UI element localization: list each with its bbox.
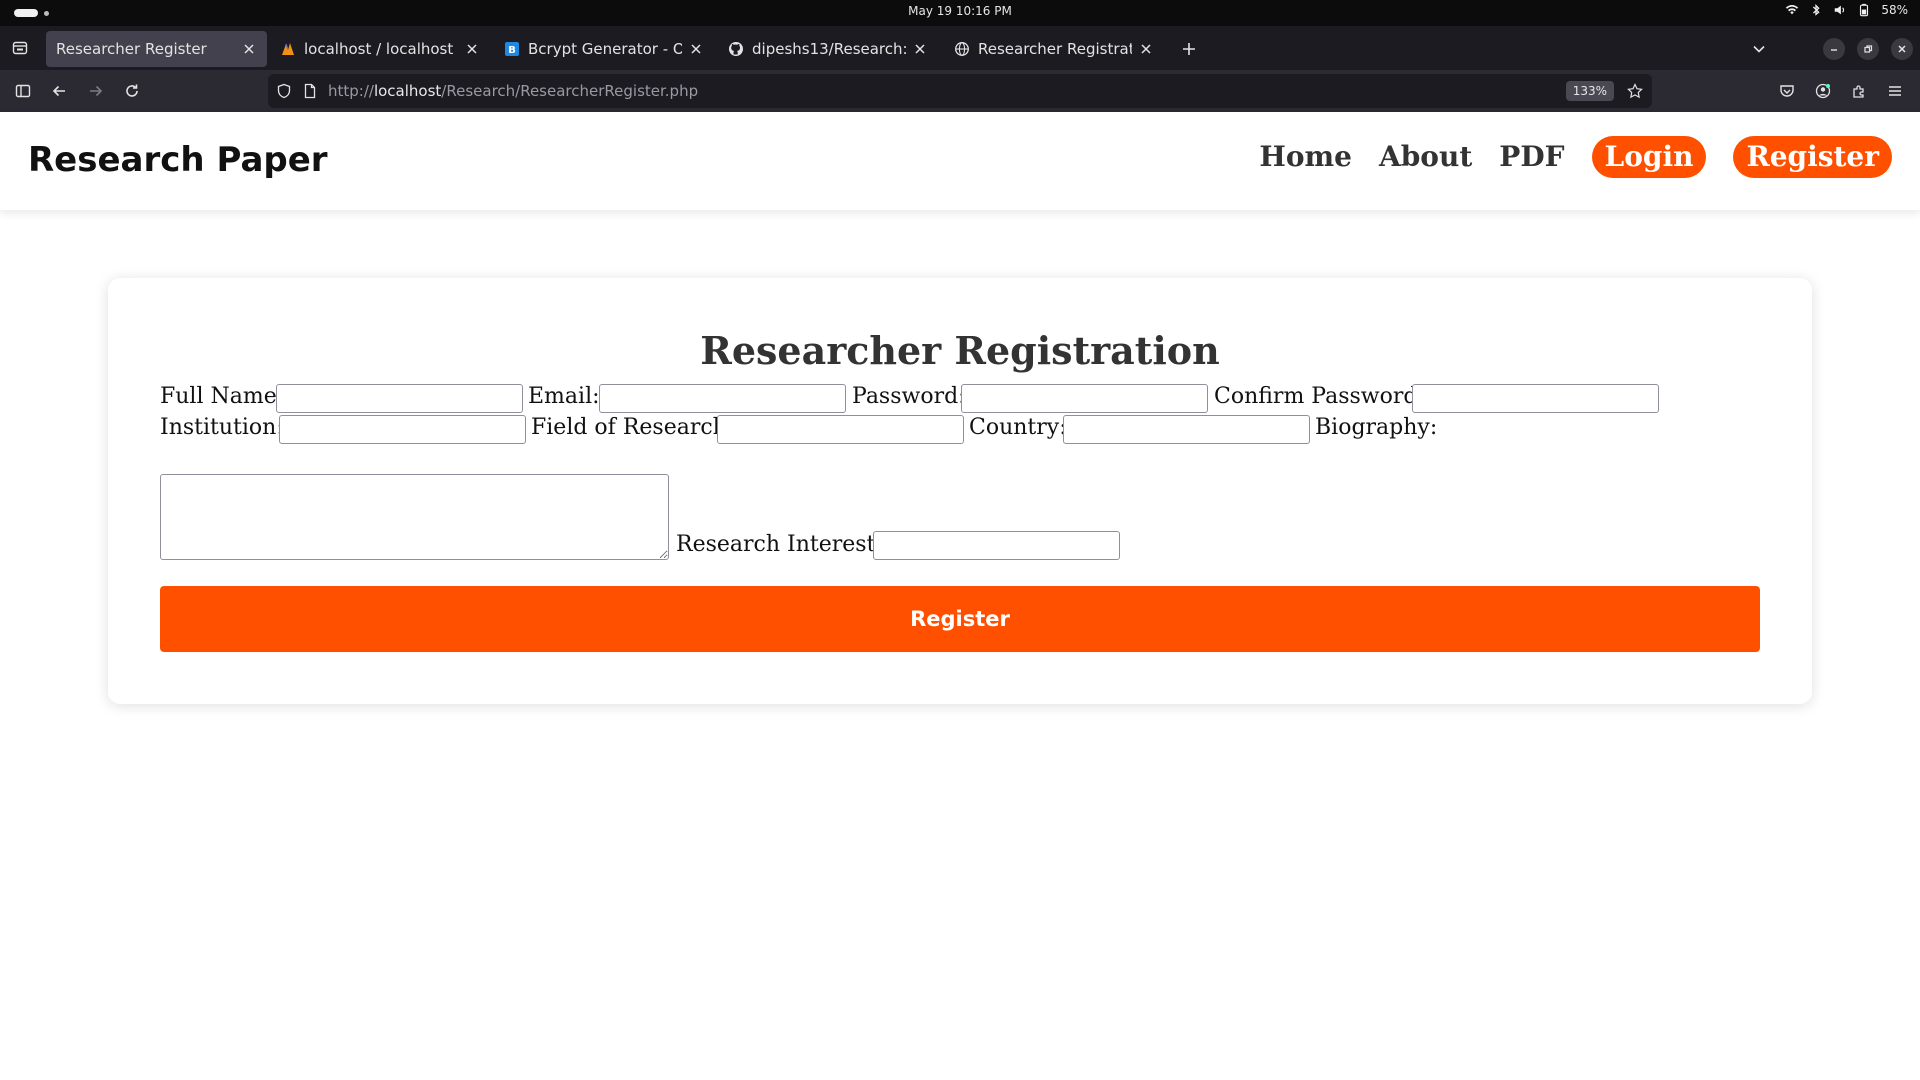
zoom-level-badge[interactable]: 133% xyxy=(1565,81,1614,101)
reload-icon[interactable] xyxy=(120,79,144,103)
battery-percent: 58% xyxy=(1881,3,1908,17)
system-tray[interactable]: 58% xyxy=(1785,3,1908,17)
close-icon[interactable] xyxy=(241,41,257,57)
extensions-puzzle-icon[interactable] xyxy=(1847,79,1871,103)
os-top-bar: May 19 10:16 PM 58% xyxy=(0,0,1920,26)
tab-title: Bcrypt Generator - Online xyxy=(528,40,682,58)
field-of-research-label: Field of Research: xyxy=(531,415,735,440)
registration-card: Researcher Registration Full Name: Email… xyxy=(108,278,1812,704)
url-text[interactable]: http://localhost/Research/ResearcherRegi… xyxy=(328,82,698,100)
tab-phpmyadmin[interactable]: localhost / localhost / Res xyxy=(270,31,490,67)
tab-researcher-registration[interactable]: Researcher Registration C xyxy=(944,31,1164,67)
close-icon[interactable] xyxy=(464,41,480,57)
tab-title: localhost / localhost / Res xyxy=(304,40,458,58)
nav-register-button[interactable]: Register xyxy=(1733,136,1892,178)
full-name-input[interactable] xyxy=(276,384,523,413)
nav-pdf-link[interactable]: PDF xyxy=(1499,136,1564,178)
bcrypt-icon: B xyxy=(504,41,520,57)
system-clock[interactable]: May 19 10:16 PM xyxy=(0,4,1920,18)
wifi-icon xyxy=(1785,3,1799,17)
tab-github-repo[interactable]: dipeshs13/Research: This xyxy=(718,31,938,67)
confirm-password-input[interactable] xyxy=(1412,384,1659,413)
nav-about-link[interactable]: About xyxy=(1379,136,1472,178)
biography-textarea[interactable] xyxy=(160,474,669,560)
back-arrow-icon[interactable] xyxy=(47,79,71,103)
tab-bcrypt-generator[interactable]: B Bcrypt Generator - Online xyxy=(494,31,714,67)
volume-icon xyxy=(1833,3,1847,17)
forward-arrow-icon[interactable] xyxy=(84,79,108,103)
list-all-tabs-chevron-down-icon[interactable] xyxy=(1748,38,1770,60)
password-input[interactable] xyxy=(961,384,1208,413)
browser-tab-strip: Researcher Register localhost / localhos… xyxy=(0,26,1920,70)
close-icon[interactable] xyxy=(1138,41,1154,57)
biography-label: Biography: xyxy=(1315,415,1438,440)
svg-text:B: B xyxy=(508,45,516,56)
sidebar-toggle-icon[interactable] xyxy=(11,79,35,103)
email-input[interactable] xyxy=(599,384,846,413)
battery-icon xyxy=(1857,3,1871,17)
register-submit-button[interactable]: Register xyxy=(160,586,1760,652)
close-icon[interactable] xyxy=(912,41,928,57)
bookmark-star-icon[interactable] xyxy=(1626,82,1644,100)
form-title: Researcher Registration xyxy=(700,328,1220,373)
account-icon[interactable] xyxy=(1811,79,1835,103)
url-host: localhost xyxy=(373,82,442,100)
site-header: Research Paper Home About PDF Login Regi… xyxy=(0,112,1920,210)
tab-title: Researcher Registration C xyxy=(978,40,1132,58)
phpmyadmin-icon xyxy=(280,41,296,57)
confirm-password-label: Confirm Password: xyxy=(1214,384,1425,409)
web-page: Research Paper Home About PDF Login Regi… xyxy=(0,112,1920,1080)
close-icon[interactable] xyxy=(688,41,704,57)
url-prefix: http:// xyxy=(328,82,374,100)
country-input[interactable] xyxy=(1063,415,1310,444)
browser-toolbar: http://localhost/Research/ResearcherRegi… xyxy=(0,70,1920,112)
minimize-button[interactable] xyxy=(1823,38,1845,60)
address-bar[interactable]: http://localhost/Research/ResearcherRegi… xyxy=(268,74,1652,108)
bluetooth-icon xyxy=(1809,3,1823,17)
firefox-view-icon[interactable] xyxy=(8,36,32,60)
site-nav: Home About PDF Login Register xyxy=(1232,136,1892,178)
globe-icon xyxy=(954,41,970,57)
tab-title: dipeshs13/Research: This xyxy=(752,40,906,58)
research-interests-input[interactable] xyxy=(873,531,1120,560)
close-window-button[interactable] xyxy=(1891,38,1913,60)
country-label: Country: xyxy=(969,415,1067,440)
site-brand[interactable]: Research Paper xyxy=(28,140,328,180)
shield-icon[interactable] xyxy=(276,83,292,99)
research-interests-label: Research Interests: xyxy=(676,532,895,557)
page-icon[interactable] xyxy=(302,83,318,99)
new-tab-button[interactable] xyxy=(1178,38,1200,60)
hamburger-menu-icon[interactable] xyxy=(1883,79,1907,103)
institution-label: Institution: xyxy=(160,415,284,440)
tab-title: Researcher Register xyxy=(56,40,207,58)
nav-home-link[interactable]: Home xyxy=(1259,136,1352,178)
github-icon xyxy=(728,41,744,57)
url-path: /Research/ResearcherRegister.php xyxy=(441,82,699,100)
restore-button[interactable] xyxy=(1857,38,1879,60)
tab-researcher-register[interactable]: Researcher Register xyxy=(46,31,267,67)
email-label: Email: xyxy=(528,384,600,409)
field-of-research-input[interactable] xyxy=(717,415,964,444)
password-label: Password: xyxy=(852,384,966,409)
institution-input[interactable] xyxy=(279,415,526,444)
pocket-icon[interactable] xyxy=(1775,79,1799,103)
full-name-label: Full Name: xyxy=(160,384,285,409)
nav-login-button[interactable]: Login xyxy=(1591,136,1707,178)
